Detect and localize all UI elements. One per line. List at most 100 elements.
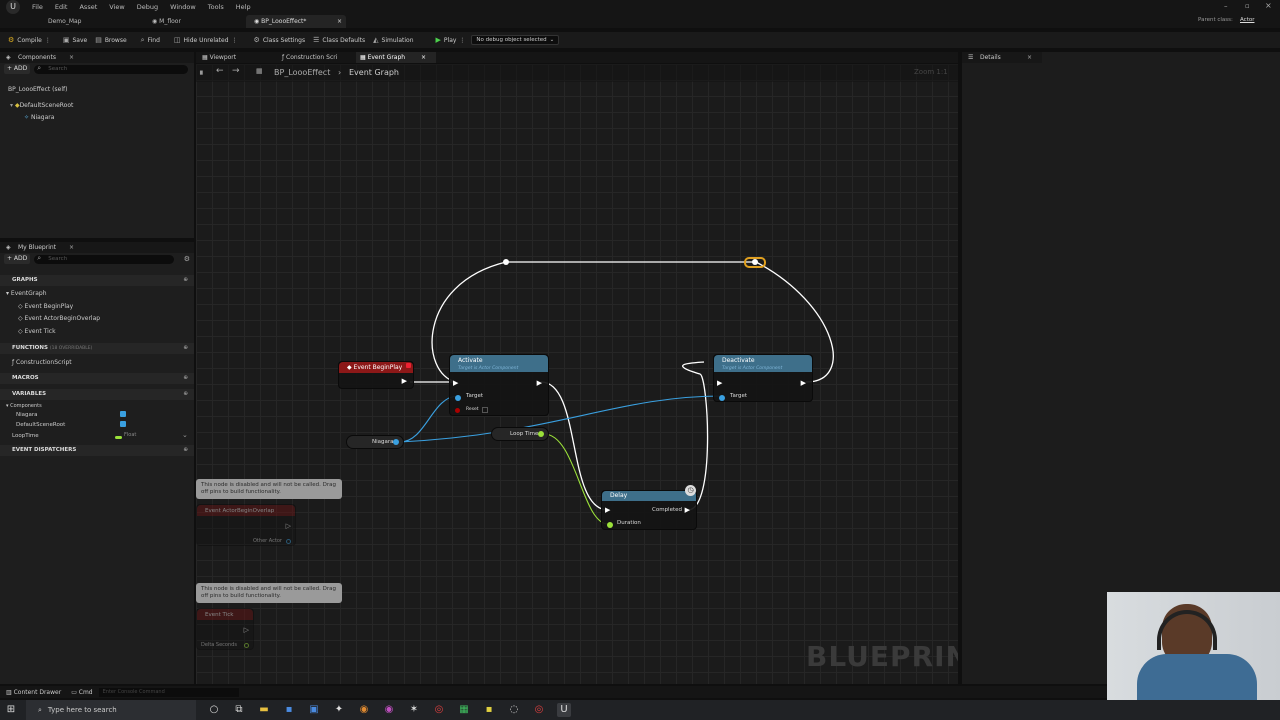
reset-pin[interactable] xyxy=(455,408,460,413)
exec-out-pin[interactable]: ▷ xyxy=(286,522,291,530)
cortana-icon[interactable]: ○ xyxy=(207,703,221,717)
kebab-icon[interactable]: ⋮ xyxy=(232,37,238,44)
tab-viewport[interactable]: ▦ Viewport xyxy=(202,54,236,61)
variable-group-components[interactable]: ▾ Components xyxy=(6,403,42,409)
tab-m-floor[interactable]: ◉ M_floor xyxy=(144,15,189,28)
graph-item-tick[interactable]: ◇ Event Tick xyxy=(18,328,56,335)
components-search-input[interactable]: Search xyxy=(34,64,188,74)
class-defaults-button[interactable]: ☰ Class Defaults xyxy=(313,36,365,44)
sticky-notes-icon[interactable]: ▪ xyxy=(482,703,496,717)
parent-class-link[interactable]: Actor xyxy=(1240,17,1254,23)
tree-item-self[interactable]: BP_LoooEffect (self) xyxy=(8,86,67,93)
category-variables[interactable]: VARIABLES ⊕ xyxy=(0,389,194,400)
output-pin[interactable] xyxy=(393,439,399,445)
kebab-icon[interactable]: ⋮ xyxy=(45,37,51,44)
save-button[interactable]: ▣ Save xyxy=(63,36,87,44)
exec-out-pin[interactable]: ▶ xyxy=(402,377,407,385)
node-event-actorbeginoverlap[interactable]: Event ActorBeginOverlap ▷ Other Actor xyxy=(196,504,296,546)
tab-bp-loooeffect[interactable]: ◉ BP_LoooEffect* × xyxy=(246,15,346,28)
app-icon[interactable]: ▦ xyxy=(457,703,471,717)
find-button[interactable]: ⌕ Find xyxy=(141,36,160,45)
duration-pin[interactable] xyxy=(607,522,613,528)
file-explorer-icon[interactable]: ▬ xyxy=(257,703,271,717)
task-view-icon[interactable]: ⧉ xyxy=(232,703,246,717)
close-panel-icon[interactable]: × xyxy=(69,52,74,63)
add-macro-icon[interactable]: ⊕ xyxy=(183,373,188,384)
simulation-button[interactable]: ◭ Simulation xyxy=(373,36,413,44)
node-event-tick[interactable]: Event Tick ▷ Delta Seconds xyxy=(196,608,254,650)
close-tab-icon[interactable]: × xyxy=(421,52,426,63)
exec-in-pin[interactable]: ▶ xyxy=(605,506,610,514)
store-icon[interactable]: ▣ xyxy=(307,703,321,717)
close-panel-icon[interactable]: × xyxy=(69,242,74,253)
event-graph-canvas[interactable]: ▖ ← → ▦ BP_LoooEffect › Event Graph Zoom… xyxy=(196,64,958,684)
close-panel-icon[interactable]: × xyxy=(1027,52,1032,63)
browse-button[interactable]: ▤ Browse xyxy=(95,36,126,44)
exec-out-pin[interactable]: ▶ xyxy=(801,379,806,387)
menu-view[interactable]: View xyxy=(109,3,124,11)
delegate-pin[interactable] xyxy=(406,363,411,368)
console-input[interactable]: Enter Console Command xyxy=(98,687,239,697)
play-button[interactable]: ▶ Play ⋮ xyxy=(436,36,466,44)
graph-item-eventgraph[interactable]: ▾ EventGraph xyxy=(6,290,47,297)
variable-item-looptime[interactable]: LoopTime xyxy=(12,433,39,439)
reset-checkbox[interactable] xyxy=(482,407,488,413)
menu-window[interactable]: Window xyxy=(170,3,196,11)
blender-icon[interactable]: ◉ xyxy=(357,703,371,717)
output-pin[interactable] xyxy=(538,431,544,437)
unreal-logo-icon[interactable]: U xyxy=(6,0,20,14)
category-functions[interactable]: FUNCTIONS (18 OVERRIDABLE) ⊕ xyxy=(0,343,194,354)
graph-item-beginplay[interactable]: ◇ Event BeginPlay xyxy=(18,303,73,310)
tab-construction-script[interactable]: ƒ Construction Scri xyxy=(282,54,337,61)
class-settings-button[interactable]: ⚙ Class Settings xyxy=(254,36,306,44)
photoshop-icon[interactable]: ▪ xyxy=(282,703,296,717)
menu-edit[interactable]: Edit xyxy=(55,3,68,11)
tree-item-defaultsceneroot[interactable]: ▾ ◆DefaultSceneRoot xyxy=(10,102,73,109)
target-pin[interactable] xyxy=(719,395,725,401)
maximize-icon[interactable]: ▫ xyxy=(1245,2,1250,10)
tab-demo-map[interactable]: Demo_Map xyxy=(40,15,90,28)
tab-event-graph[interactable]: ▦ Event Graph × xyxy=(356,52,436,63)
tree-item-niagara[interactable]: ✧ Niagara xyxy=(24,114,54,121)
content-drawer-button[interactable]: ▥ Content Drawer xyxy=(6,689,61,696)
target-pin[interactable] xyxy=(455,395,461,401)
add-dispatcher-icon[interactable]: ⊕ xyxy=(183,445,188,456)
minimize-icon[interactable]: – xyxy=(1224,2,1228,10)
menu-tools[interactable]: Tools xyxy=(208,3,224,11)
menu-debug[interactable]: Debug xyxy=(137,3,158,11)
cmd-button[interactable]: ▭ Cmd xyxy=(71,689,92,696)
variable-item-defaultsceneroot[interactable]: DefaultSceneRoot xyxy=(16,422,65,428)
debug-object-select[interactable]: No debug object selected ⌄ xyxy=(471,35,560,45)
media-icon[interactable]: ◉ xyxy=(382,703,396,717)
windows-start-icon[interactable]: ⊞ xyxy=(4,703,18,717)
unreal-engine-icon[interactable]: U xyxy=(557,703,571,717)
add-member-button[interactable]: + ADD xyxy=(4,254,31,264)
category-macros[interactable]: MACROS ⊕ xyxy=(0,373,194,384)
node-activate[interactable]: Activate Target is Actor Component ▶ ▶ Ta… xyxy=(449,354,549,416)
category-graphs[interactable]: GRAPHS ⊕ xyxy=(0,275,194,286)
kebab-icon[interactable]: ⋮ xyxy=(459,37,465,44)
menu-asset[interactable]: Asset xyxy=(79,3,97,11)
exec-out-pin[interactable]: ▷ xyxy=(244,626,249,634)
add-function-icon[interactable]: ⊕ xyxy=(183,343,188,354)
node-deactivate[interactable]: Deactivate Target is Actor Component ▶ ▶ … xyxy=(713,354,813,402)
hide-unrelated-button[interactable]: ◫ Hide Unrelated ⋮ xyxy=(174,36,238,44)
exec-in-pin[interactable]: ▶ xyxy=(717,379,722,387)
node-looptime-getter[interactable]: Loop Time xyxy=(491,427,549,441)
exec-in-pin[interactable]: ▶ xyxy=(453,379,458,387)
exec-out-pin[interactable]: ▶ xyxy=(537,379,542,387)
chrome-icon[interactable]: ◎ xyxy=(432,703,446,717)
close-tab-icon[interactable]: × xyxy=(337,15,342,28)
menu-file[interactable]: File xyxy=(32,3,43,11)
delta-seconds-pin[interactable] xyxy=(244,643,249,648)
node-event-beginplay[interactable]: ◆ Event BeginPlay ▶ xyxy=(338,361,414,389)
other-actor-pin[interactable] xyxy=(286,539,291,544)
node-niagara-getter[interactable]: Niagara xyxy=(346,435,404,449)
function-item-constructionscript[interactable]: ƒ ConstructionScript xyxy=(12,359,72,366)
settings-gear-icon[interactable]: ⚙ xyxy=(184,255,190,263)
chrome-icon[interactable]: ◎ xyxy=(532,703,546,717)
compile-button[interactable]: ⚙ Compile ⋮ xyxy=(8,36,51,44)
app-icon[interactable]: ◌ xyxy=(507,703,521,717)
graph-item-actorbeginoverlap[interactable]: ◇ Event ActorBeginOverlap xyxy=(18,315,100,322)
chevron-down-icon[interactable]: ⌄ xyxy=(182,431,188,439)
